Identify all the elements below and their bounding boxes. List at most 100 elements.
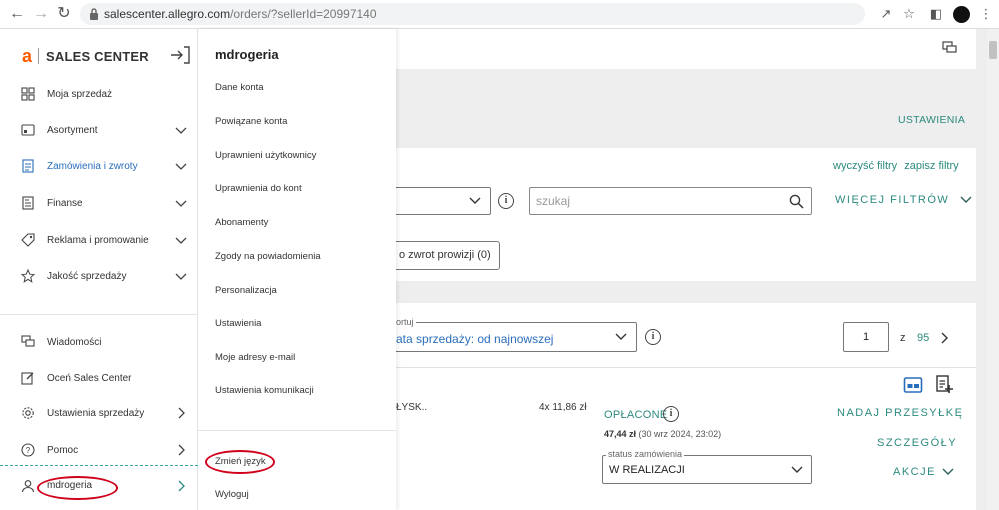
filter-select[interactable] [392, 187, 491, 215]
address-bar[interactable]: salescenter.allegro.com/orders/?sellerId… [80, 3, 865, 25]
details-link[interactable]: SZCZEGÓŁY [877, 437, 957, 449]
order-status-value: W REALIZACJI [609, 464, 685, 476]
sidebar-item-label: Asortyment [47, 124, 98, 136]
orders-icon [22, 159, 34, 173]
app-area: USTAWIENIA wyczyść filtry zapisz filtry … [0, 29, 999, 510]
sidebar-item-messages[interactable]: Wiadomości [0, 328, 198, 356]
more-filters-button[interactable]: WIĘCEJ FILTRÓW [835, 194, 972, 206]
commission-refund-chip[interactable]: o zwrot prowizji (0) [392, 241, 500, 270]
chevron-right-icon[interactable] [941, 332, 949, 344]
info-icon[interactable]: i [498, 193, 514, 209]
sort-value: ata sprzedaży: od najnowszej [396, 332, 554, 346]
info-icon[interactable]: i [645, 329, 661, 345]
sidebar-item-orders-returns[interactable]: Zamówienia i zwroty [0, 152, 198, 180]
chevron-down-icon [175, 200, 187, 207]
settings-link[interactable]: USTAWIENIA [898, 114, 965, 126]
bookmark-star-icon[interactable]: ☆ [901, 6, 917, 22]
order-total-line: 47,44 zł (30 wrz 2024, 23:02) [604, 429, 722, 439]
profile-avatar[interactable] [953, 6, 970, 23]
submenu-item-account-data[interactable]: Dane konta [215, 82, 264, 93]
sidebar-item-my-sales[interactable]: Moja sprzedaż [0, 80, 198, 108]
sidebar-item-label: Moja sprzedaż [47, 88, 113, 100]
submenu-item-email-addresses[interactable]: Moje adresy e-mail [215, 352, 295, 363]
sidebar-item-label: Zamówienia i zwroty [47, 160, 138, 172]
scrollbar-thumb[interactable] [989, 41, 997, 59]
sidebar-item-label: Finanse [47, 197, 83, 209]
note-add-icon[interactable] [935, 374, 953, 394]
brand-separator [38, 48, 40, 64]
sidebar-item-finance[interactable]: Finanse [0, 189, 198, 217]
back-arrow-icon[interactable]: ← [8, 5, 26, 23]
order-quantity-price: 4x 11,86 zł [539, 402, 587, 413]
chevron-down-icon [960, 196, 972, 204]
annotation-ellipse [205, 450, 275, 474]
browser-toolbar: ← → ↻ salescenter.allegro.com/orders/?se… [0, 0, 999, 29]
edit-icon [21, 372, 34, 385]
submenu-item-logout[interactable]: Wyloguj [215, 489, 249, 500]
order-divider [396, 367, 976, 368]
sidebar-item-help[interactable]: ? Pomoc [0, 436, 198, 464]
submenu-item-settings[interactable]: Ustawienia [215, 318, 261, 329]
svg-text:?: ? [26, 446, 31, 455]
chat-icon[interactable] [942, 41, 957, 55]
filter-links: wyczyść filtry zapisz filtry [833, 160, 959, 172]
search-field[interactable] [529, 187, 812, 215]
info-icon[interactable]: i [663, 406, 679, 422]
brand-letter: a [22, 45, 33, 66]
brand-name: SALES CENTER [46, 48, 149, 64]
share-icon[interactable]: ↗ [878, 6, 894, 22]
search-icon[interactable] [789, 194, 804, 209]
chevron-right-icon [178, 407, 185, 419]
actions-menu[interactable]: AKCJE [893, 466, 954, 478]
submenu-item-linked-accounts[interactable]: Powiązane konta [215, 116, 287, 127]
payment-status: OPŁACONE [604, 409, 668, 421]
sidebar-item-sales-quality[interactable]: Jakość sprzedaży [0, 262, 198, 290]
sidebar-item-rate[interactable]: Oceń Sales Center [0, 364, 198, 392]
submenu-item-personalization[interactable]: Personalizacja [215, 285, 277, 296]
chevron-down-icon [175, 163, 187, 170]
brand-logo[interactable]: a SALES CENTER [22, 46, 149, 66]
sidebar: a SALES CENTER Moja sprzedaż Asortyment … [0, 29, 198, 510]
forward-arrow-icon[interactable]: → [32, 5, 50, 23]
grid-icon [21, 87, 35, 101]
gear-icon [22, 407, 34, 419]
chevron-down-icon [791, 466, 803, 473]
menu-dots-icon[interactable]: ⋮ [978, 6, 994, 22]
sidebar-item-label: Jakość sprzedaży [47, 270, 127, 282]
account-submenu: mdrogeria Dane konta Powiązane konta Upr… [198, 29, 396, 510]
finance-icon [22, 196, 34, 210]
shipping-label-icon[interactable] [903, 375, 923, 395]
chevron-down-icon [175, 127, 187, 134]
lock-icon [90, 8, 98, 20]
page-total[interactable]: 95 [917, 332, 929, 344]
chevron-down-icon [942, 468, 954, 476]
chevron-down-icon [615, 333, 627, 340]
save-filters-link[interactable]: zapisz filtry [904, 160, 958, 172]
clear-filters-link[interactable]: wyczyść filtry [833, 160, 897, 172]
submenu-item-authorized-users[interactable]: Uprawnieni użytkownicy [215, 150, 316, 161]
submenu-title: mdrogeria [215, 47, 279, 62]
chevron-down-icon [175, 273, 187, 280]
sidebar-item-advertising[interactable]: Reklama i promowanie [0, 226, 198, 254]
send-parcel-link[interactable]: NADAJ PRZESYŁKĘ [837, 407, 963, 419]
scrollbar-track[interactable] [987, 29, 999, 510]
inventory-icon [21, 124, 35, 136]
search-input[interactable] [536, 193, 776, 209]
sidebar-item-label: Reklama i promowanie [47, 234, 149, 246]
page-number-input[interactable]: 1 [843, 322, 889, 352]
sidebar-item-assortment[interactable]: Asortyment [0, 116, 198, 144]
submenu-item-account-permissions[interactable]: Uprawnienia do kont [215, 183, 302, 194]
submenu-item-subscriptions[interactable]: Abonamenty [215, 217, 268, 228]
sidebar-item-sales-settings[interactable]: Ustawienia sprzedaży [0, 399, 198, 427]
submenu-item-notification-consents[interactable]: Zgody na powiadomienia [215, 251, 321, 262]
submenu-item-communication-settings[interactable]: Ustawienia komunikacji [215, 385, 314, 396]
order-status-select[interactable]: W REALIZACJI [602, 455, 812, 484]
messages-icon [21, 335, 35, 347]
chevron-down-icon [175, 237, 187, 244]
reload-icon[interactable]: ↻ [55, 5, 73, 23]
collapse-menu-icon[interactable] [170, 46, 190, 64]
chevron-right-icon [178, 444, 185, 456]
url-text: salescenter.allegro.com/orders/?sellerId… [104, 7, 377, 21]
submenu-divider [198, 430, 396, 431]
sidepanel-icon[interactable]: ◧ [928, 6, 944, 22]
